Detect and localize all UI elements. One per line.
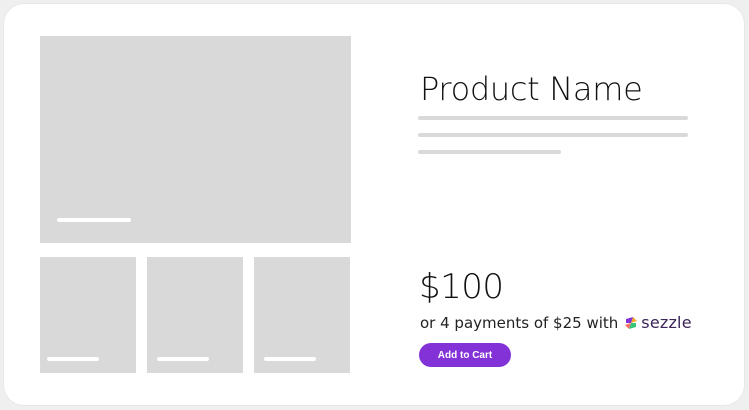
sezzle-wordmark: sezzle bbox=[641, 313, 692, 332]
installment-offer: or 4 payments of $25 with sezzle bbox=[420, 313, 692, 332]
product-name: Product Name bbox=[420, 70, 643, 108]
thumbnail-caption-placeholder bbox=[157, 357, 209, 361]
installment-text: or 4 payments of $25 with bbox=[420, 313, 619, 332]
thumbnail-1[interactable] bbox=[40, 257, 136, 373]
image-caption-placeholder bbox=[57, 218, 131, 222]
main-product-image[interactable] bbox=[40, 36, 351, 243]
thumbnail-caption-placeholder bbox=[47, 357, 99, 361]
sezzle-logo: sezzle bbox=[624, 313, 692, 332]
thumbnail-3[interactable] bbox=[254, 257, 350, 373]
description-line-2 bbox=[418, 133, 688, 137]
sezzle-icon bbox=[625, 316, 638, 329]
product-card: Product Name $100 or 4 payments of $25 w… bbox=[4, 4, 744, 405]
add-to-cart-button[interactable]: Add to Cart bbox=[419, 343, 511, 367]
description-line-1 bbox=[418, 116, 688, 120]
thumbnail-2[interactable] bbox=[147, 257, 243, 373]
thumbnail-caption-placeholder bbox=[264, 357, 316, 361]
product-price: $100 bbox=[419, 267, 504, 307]
description-line-3 bbox=[418, 150, 561, 154]
